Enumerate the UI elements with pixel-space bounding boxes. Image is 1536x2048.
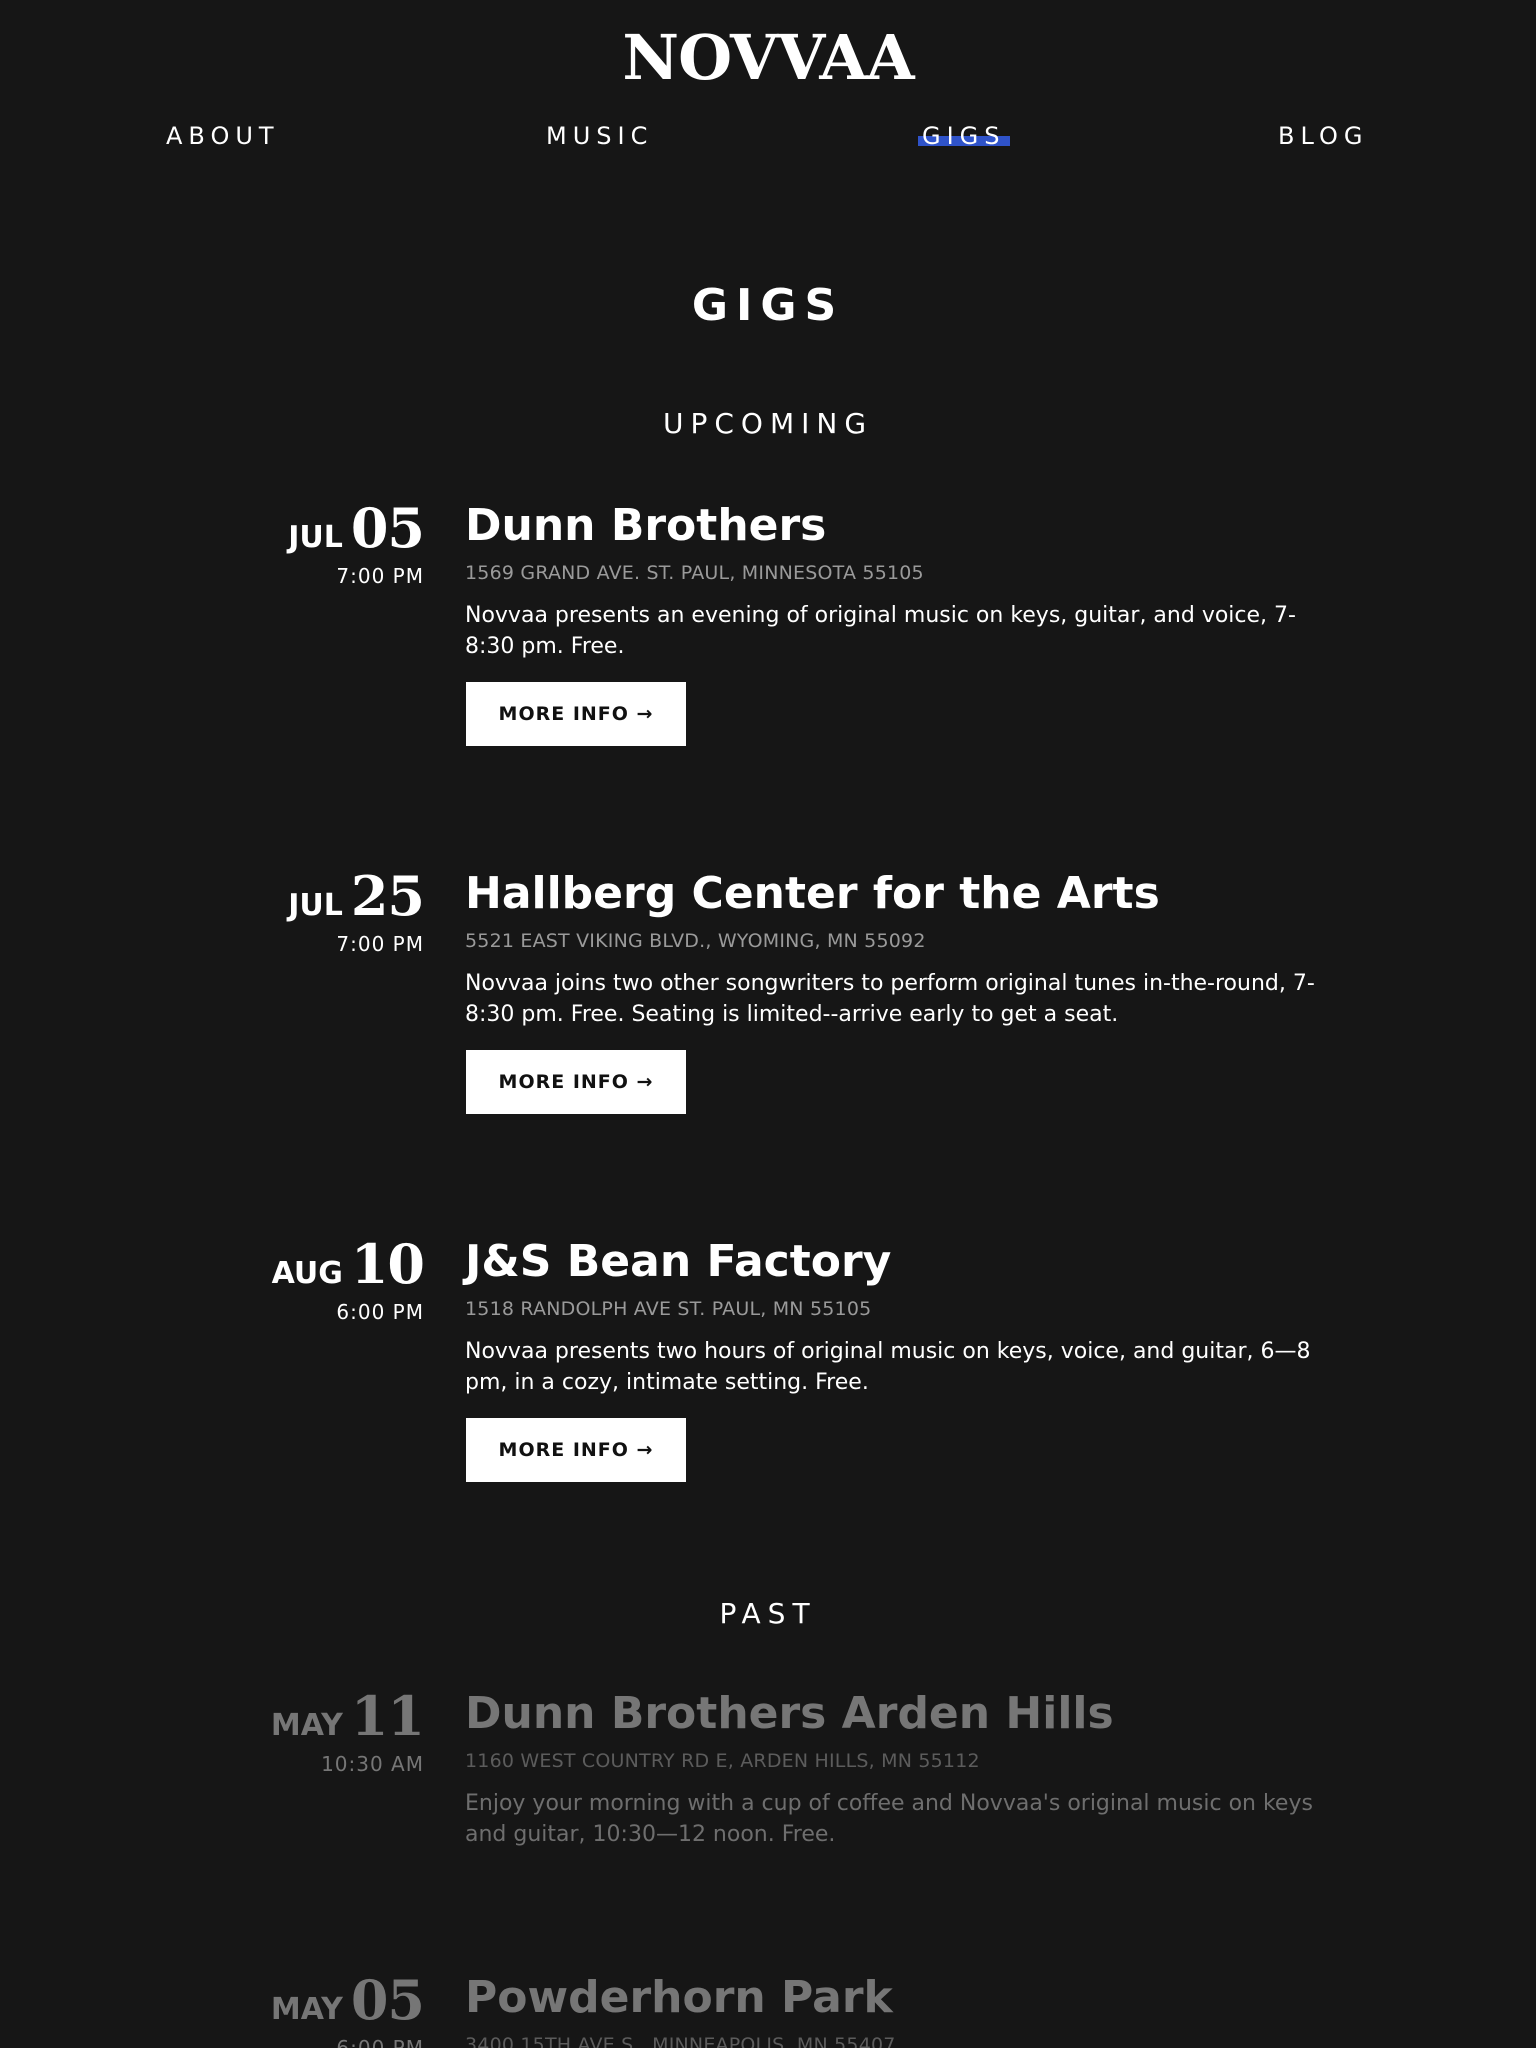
gig-time: 6:00 PM	[336, 2036, 424, 2048]
gig-day: 05	[350, 1968, 425, 2032]
gig-venue: Powderhorn Park	[465, 1972, 893, 2023]
gig-address: 1518 RANDOLPH AVE ST. PAUL, MN 55105	[465, 1298, 872, 1320]
gig-day: 11	[350, 1684, 425, 1748]
page-title: GIGS	[691, 280, 845, 331]
gig-venue: Dunn Brothers Arden Hills	[465, 1688, 1114, 1739]
gig-address: 1569 GRAND AVE. ST. PAUL, MINNESOTA 5510…	[465, 562, 924, 584]
page: NOVVAA ABOUT MUSIC GIGS BLOG GIGS UPCOMI…	[0, 0, 1536, 2048]
upcoming-heading: UPCOMING	[662, 407, 874, 440]
gig-date: JUL 25	[288, 864, 425, 928]
nav-item-blog[interactable]: BLOG	[1278, 118, 1368, 154]
gig-day: 25	[350, 864, 425, 928]
gig-time: 7:00 PM	[336, 932, 424, 956]
gig-time: 10:30 AM	[321, 1752, 424, 1776]
gig-month: JUL	[288, 888, 343, 923]
more-info-button[interactable]: MORE INFO →	[466, 682, 686, 746]
gig-date: AUG 10	[271, 1232, 425, 1296]
gig-time: 7:00 PM	[336, 564, 424, 588]
gig-venue: J&S Bean Factory	[465, 1236, 892, 1287]
gig-date: MAY 05	[270, 1968, 425, 2032]
gig-address: 5521 EAST VIKING BLVD., WYOMING, MN 5509…	[465, 930, 926, 952]
gig-time: 6:00 PM	[336, 1300, 424, 1324]
more-info-button[interactable]: MORE INFO →	[466, 1418, 686, 1482]
nav-item-gigs[interactable]: GIGS	[918, 118, 1010, 154]
gig-description: Enjoy your morning with a cup of coffee …	[465, 1791, 1313, 1847]
nav-item-music[interactable]: MUSIC	[546, 118, 653, 154]
gig-date: MAY 11	[270, 1684, 425, 1748]
gig-description: Novvaa presents two hours of original mu…	[465, 1339, 1311, 1395]
gig-month: MAY	[270, 1992, 343, 2027]
gig-day: 05	[350, 496, 425, 560]
past-heading: PAST	[719, 1597, 817, 1630]
gig-date: JUL 05	[288, 496, 425, 560]
nav-item-about[interactable]: ABOUT	[166, 118, 280, 154]
gig-month: AUG	[271, 1256, 343, 1291]
gig-venue: Dunn Brothers	[465, 500, 827, 551]
gig-month: JUL	[288, 520, 343, 555]
site-logo[interactable]: NOVVAA	[0, 22, 1536, 94]
gig-address: 3400 15TH AVE S., MINNEAPOLIS, MN 55407	[465, 2034, 896, 2048]
gig-day: 10	[350, 1232, 425, 1296]
gig-venue: Hallberg Center for the Arts	[465, 868, 1160, 919]
gig-description: Novvaa presents an evening of original m…	[465, 603, 1296, 659]
main-nav: ABOUT MUSIC GIGS BLOG	[0, 118, 1536, 158]
gig-address: 1160 WEST COUNTRY RD E, ARDEN HILLS, MN …	[465, 1750, 980, 1772]
gig-description: Novvaa joins two other songwriters to pe…	[465, 971, 1315, 1027]
gig-month: MAY	[270, 1708, 343, 1743]
more-info-button[interactable]: MORE INFO →	[466, 1050, 686, 1114]
